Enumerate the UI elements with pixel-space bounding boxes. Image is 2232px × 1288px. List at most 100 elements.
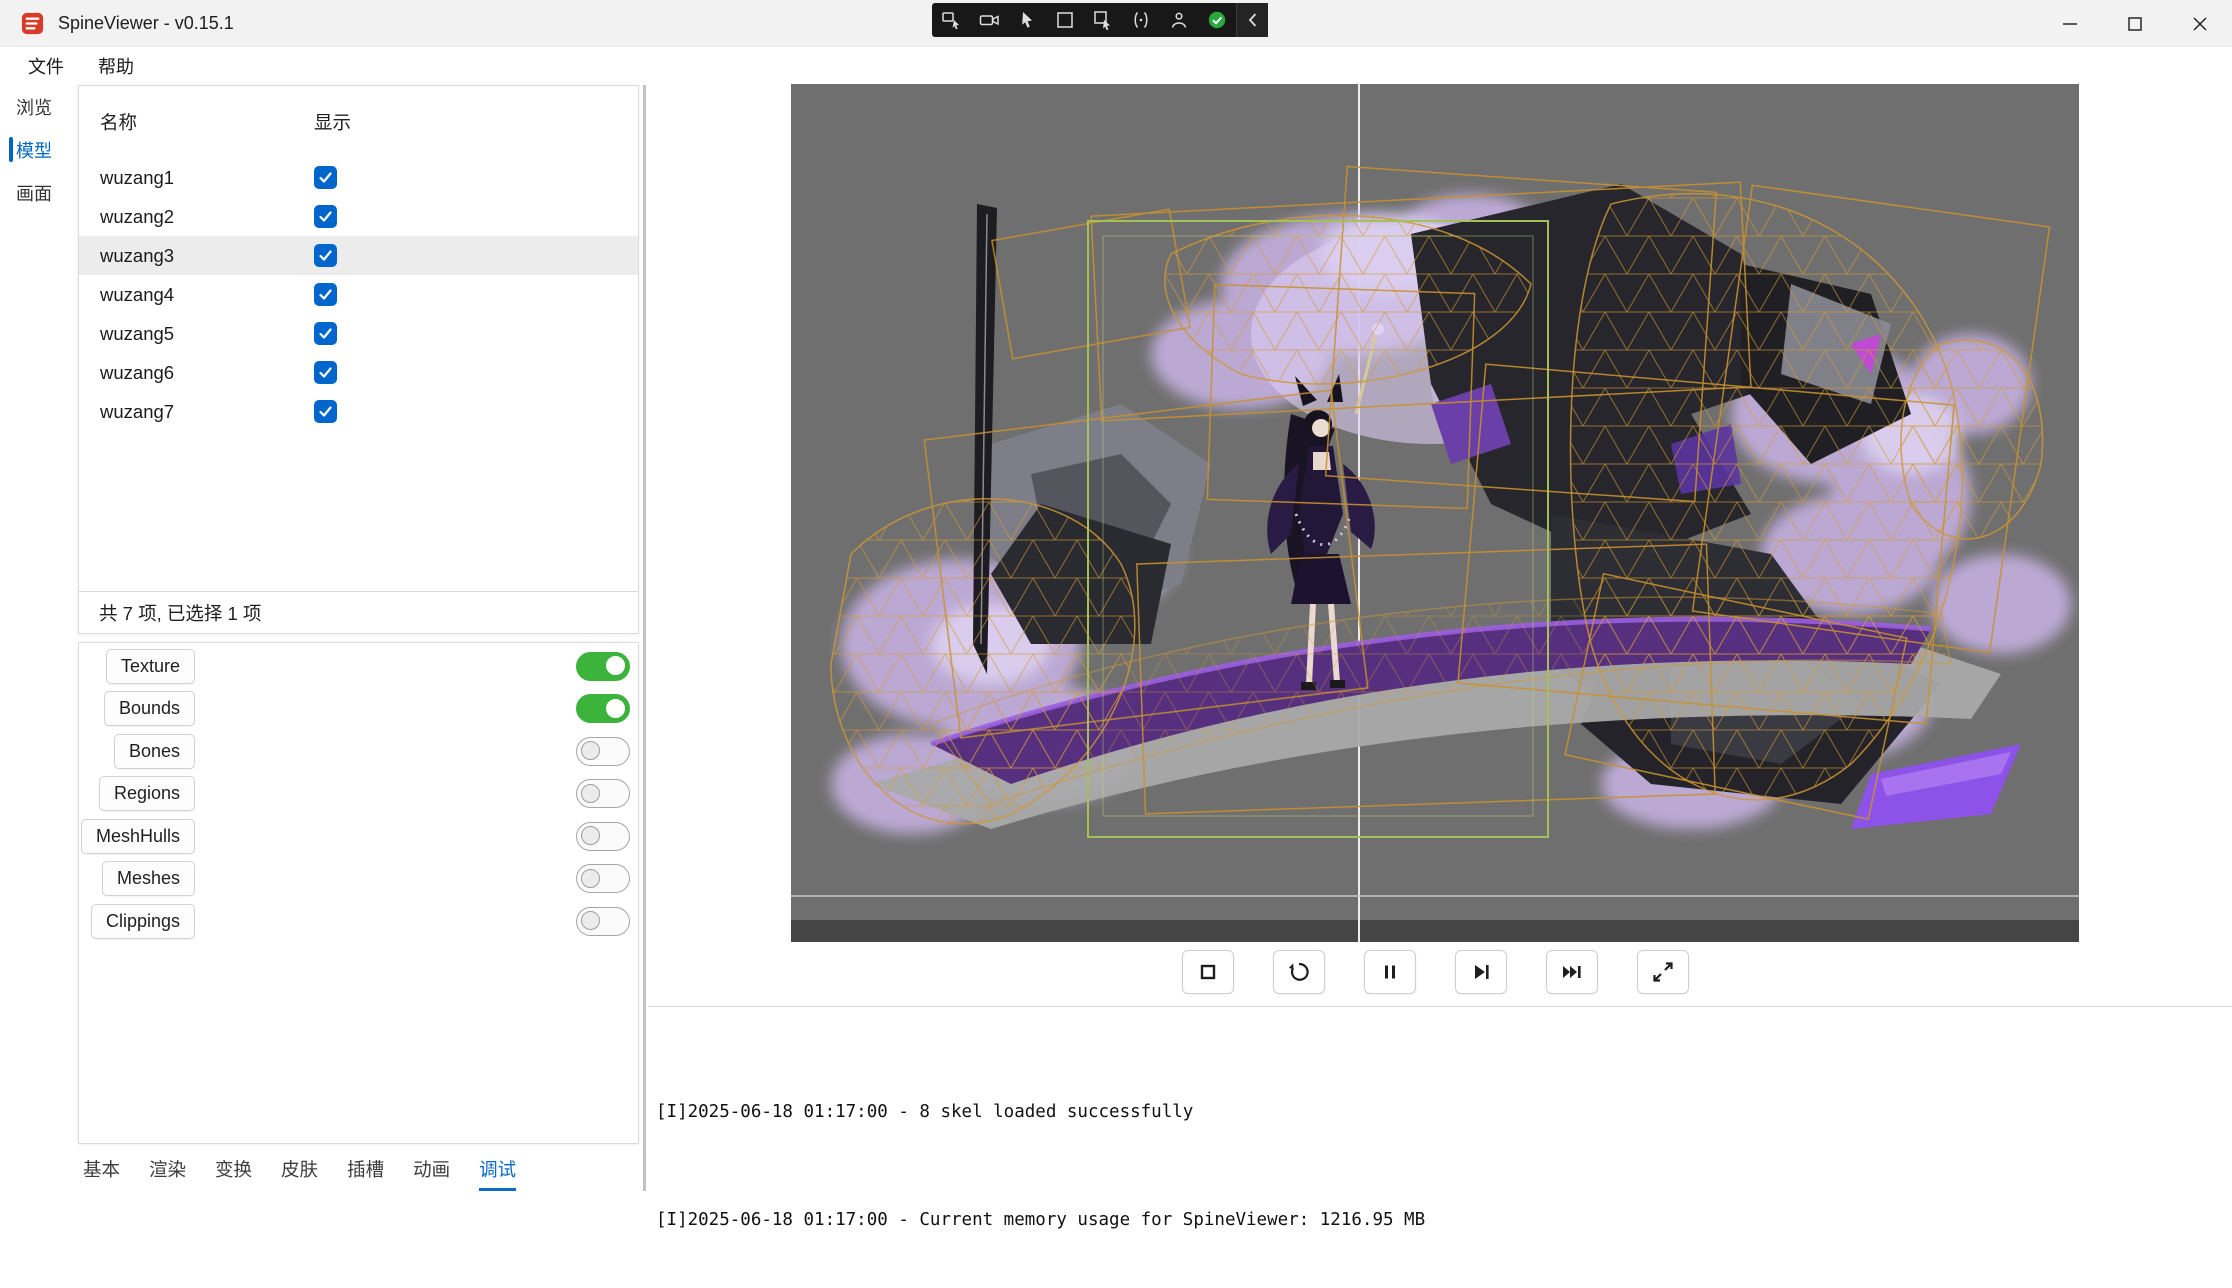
debug-row: Meshes xyxy=(79,858,638,901)
log-divider xyxy=(648,1006,2232,1007)
debug-layer-toggle[interactable] xyxy=(576,907,630,936)
panel-tab[interactable]: 皮肤 xyxy=(281,1146,318,1191)
menu-item[interactable]: 帮助 xyxy=(88,49,144,83)
fast-forward-button[interactable] xyxy=(1546,950,1598,994)
table-row[interactable]: wuzang6 xyxy=(79,353,638,392)
column-name: 名称 xyxy=(79,109,314,135)
debug-row: Regions xyxy=(79,773,638,816)
debug-layer-toggle[interactable] xyxy=(576,652,630,681)
model-name: wuzang6 xyxy=(79,362,314,384)
frame-icon[interactable] xyxy=(1046,3,1084,37)
visible-checkbox[interactable] xyxy=(314,205,337,228)
visible-checkbox[interactable] xyxy=(314,400,337,423)
cursor-icon[interactable] xyxy=(1008,3,1046,37)
brackets-icon[interactable] xyxy=(1122,3,1160,37)
log-line: [I]2025-06-18 01:17:00 - Current memory … xyxy=(656,1207,2216,1234)
debug-button-wrap: Regions xyxy=(79,776,211,811)
step-forward-button[interactable] xyxy=(1455,950,1507,994)
side-nav-tab[interactable]: 画面 xyxy=(0,171,68,214)
toggle-knob xyxy=(581,741,600,760)
table-row[interactable]: wuzang5 xyxy=(79,314,638,353)
debug-button-wrap: Bounds xyxy=(79,691,211,726)
debug-row: Texture xyxy=(79,645,638,688)
list-spacer xyxy=(79,431,638,591)
table-row[interactable]: wuzang7 xyxy=(79,392,638,431)
title-bar: SpineViewer - v0.15.1 xyxy=(0,0,2232,47)
debug-layer-button[interactable]: Bounds xyxy=(104,691,195,726)
visible-checkbox[interactable] xyxy=(314,166,337,189)
capture-toolbar xyxy=(932,3,1268,37)
debug-row: MeshHulls xyxy=(79,815,638,858)
person-icon[interactable] xyxy=(1160,3,1198,37)
table-row[interactable]: wuzang3 xyxy=(79,236,638,275)
side-nav: 浏览 模型 画面 xyxy=(0,85,68,1191)
cursor-frame-icon[interactable] xyxy=(1084,3,1122,37)
model-name: wuzang1 xyxy=(79,167,314,189)
debug-layer-toggle[interactable] xyxy=(576,864,630,893)
visible-checkbox[interactable] xyxy=(314,283,337,306)
spine-viewport[interactable] xyxy=(791,84,2079,942)
reset-button[interactable] xyxy=(1273,950,1325,994)
debug-layer-button[interactable]: Texture xyxy=(106,649,195,684)
check-icon[interactable] xyxy=(1198,3,1236,37)
model-name: wuzang3 xyxy=(79,245,314,267)
visible-checkbox[interactable] xyxy=(314,361,337,384)
toggle-knob xyxy=(581,826,600,845)
debug-layer-toggle[interactable] xyxy=(576,694,630,723)
side-nav-tab[interactable]: 模型 xyxy=(0,128,68,171)
side-nav-tab[interactable]: 浏览 xyxy=(0,85,68,128)
toggle-knob xyxy=(581,784,600,803)
select-window-icon[interactable] xyxy=(932,3,970,37)
model-name: wuzang5 xyxy=(79,323,314,345)
model-list-panel: 名称 显示 wuzang1 wuzang2 wuzang3 xyxy=(78,85,639,634)
close-button[interactable] xyxy=(2167,0,2232,47)
toggle-knob xyxy=(581,911,600,930)
stop-button[interactable] xyxy=(1182,950,1234,994)
panel-tab[interactable]: 插槽 xyxy=(347,1146,384,1191)
log-line: [I]2025-06-18 01:17:00 - 8 skel loaded s… xyxy=(656,1099,2216,1126)
debug-row: Clippings xyxy=(79,900,638,943)
debug-layer-toggle[interactable] xyxy=(576,737,630,766)
model-name: wuzang4 xyxy=(79,284,314,306)
debug-layer-button[interactable]: MeshHulls xyxy=(81,819,195,854)
pause-button[interactable] xyxy=(1364,950,1416,994)
debug-row: Bounds xyxy=(79,688,638,731)
camera-icon[interactable] xyxy=(970,3,1008,37)
chevron-left-icon[interactable] xyxy=(1236,3,1268,37)
panel-tab[interactable]: 动画 xyxy=(413,1146,450,1191)
model-list-header: 名称 显示 xyxy=(79,86,638,158)
debug-layer-toggle[interactable] xyxy=(576,779,630,808)
panel-tab[interactable]: 调试 xyxy=(479,1146,516,1191)
visible-checkbox[interactable] xyxy=(314,322,337,345)
debug-button-wrap: Meshes xyxy=(79,861,211,896)
debug-layer-button[interactable]: Bones xyxy=(114,734,195,769)
panel-tab[interactable]: 基本 xyxy=(83,1146,120,1191)
active-indicator xyxy=(9,137,13,162)
log-output[interactable]: [I]2025-06-18 01:17:00 - 8 skel loaded s… xyxy=(656,1018,2216,1288)
panel-tab[interactable]: 变换 xyxy=(215,1146,252,1191)
toggle-knob xyxy=(606,699,625,718)
table-row[interactable]: wuzang2 xyxy=(79,197,638,236)
minimize-button[interactable] xyxy=(2037,0,2102,47)
model-rows: wuzang1 wuzang2 wuzang3 wuzang4 xyxy=(79,158,638,431)
visible-checkbox[interactable] xyxy=(314,244,337,267)
model-name: wuzang2 xyxy=(79,206,314,228)
debug-layer-button[interactable]: Regions xyxy=(99,776,195,811)
debug-button-wrap: MeshHulls xyxy=(79,819,211,854)
fullscreen-button[interactable] xyxy=(1637,950,1689,994)
table-row[interactable]: wuzang1 xyxy=(79,158,638,197)
panel-tab[interactable]: 渲染 xyxy=(149,1146,186,1191)
debug-panel: Texture Bounds Bones Regio xyxy=(78,642,639,1144)
debug-row: Bones xyxy=(79,730,638,773)
debug-layer-button[interactable]: Meshes xyxy=(102,861,195,896)
window-controls xyxy=(2037,0,2232,47)
menu-item[interactable]: 文件 xyxy=(18,49,74,83)
panel-splitter[interactable] xyxy=(643,85,646,1191)
table-row[interactable]: wuzang4 xyxy=(79,275,638,314)
menu-bar: 文件 帮助 xyxy=(0,47,2232,85)
maximize-button[interactable] xyxy=(2102,0,2167,47)
playback-bar xyxy=(791,950,2079,994)
app-icon xyxy=(20,11,45,36)
debug-layer-button[interactable]: Clippings xyxy=(91,904,195,939)
debug-layer-toggle[interactable] xyxy=(576,822,630,851)
